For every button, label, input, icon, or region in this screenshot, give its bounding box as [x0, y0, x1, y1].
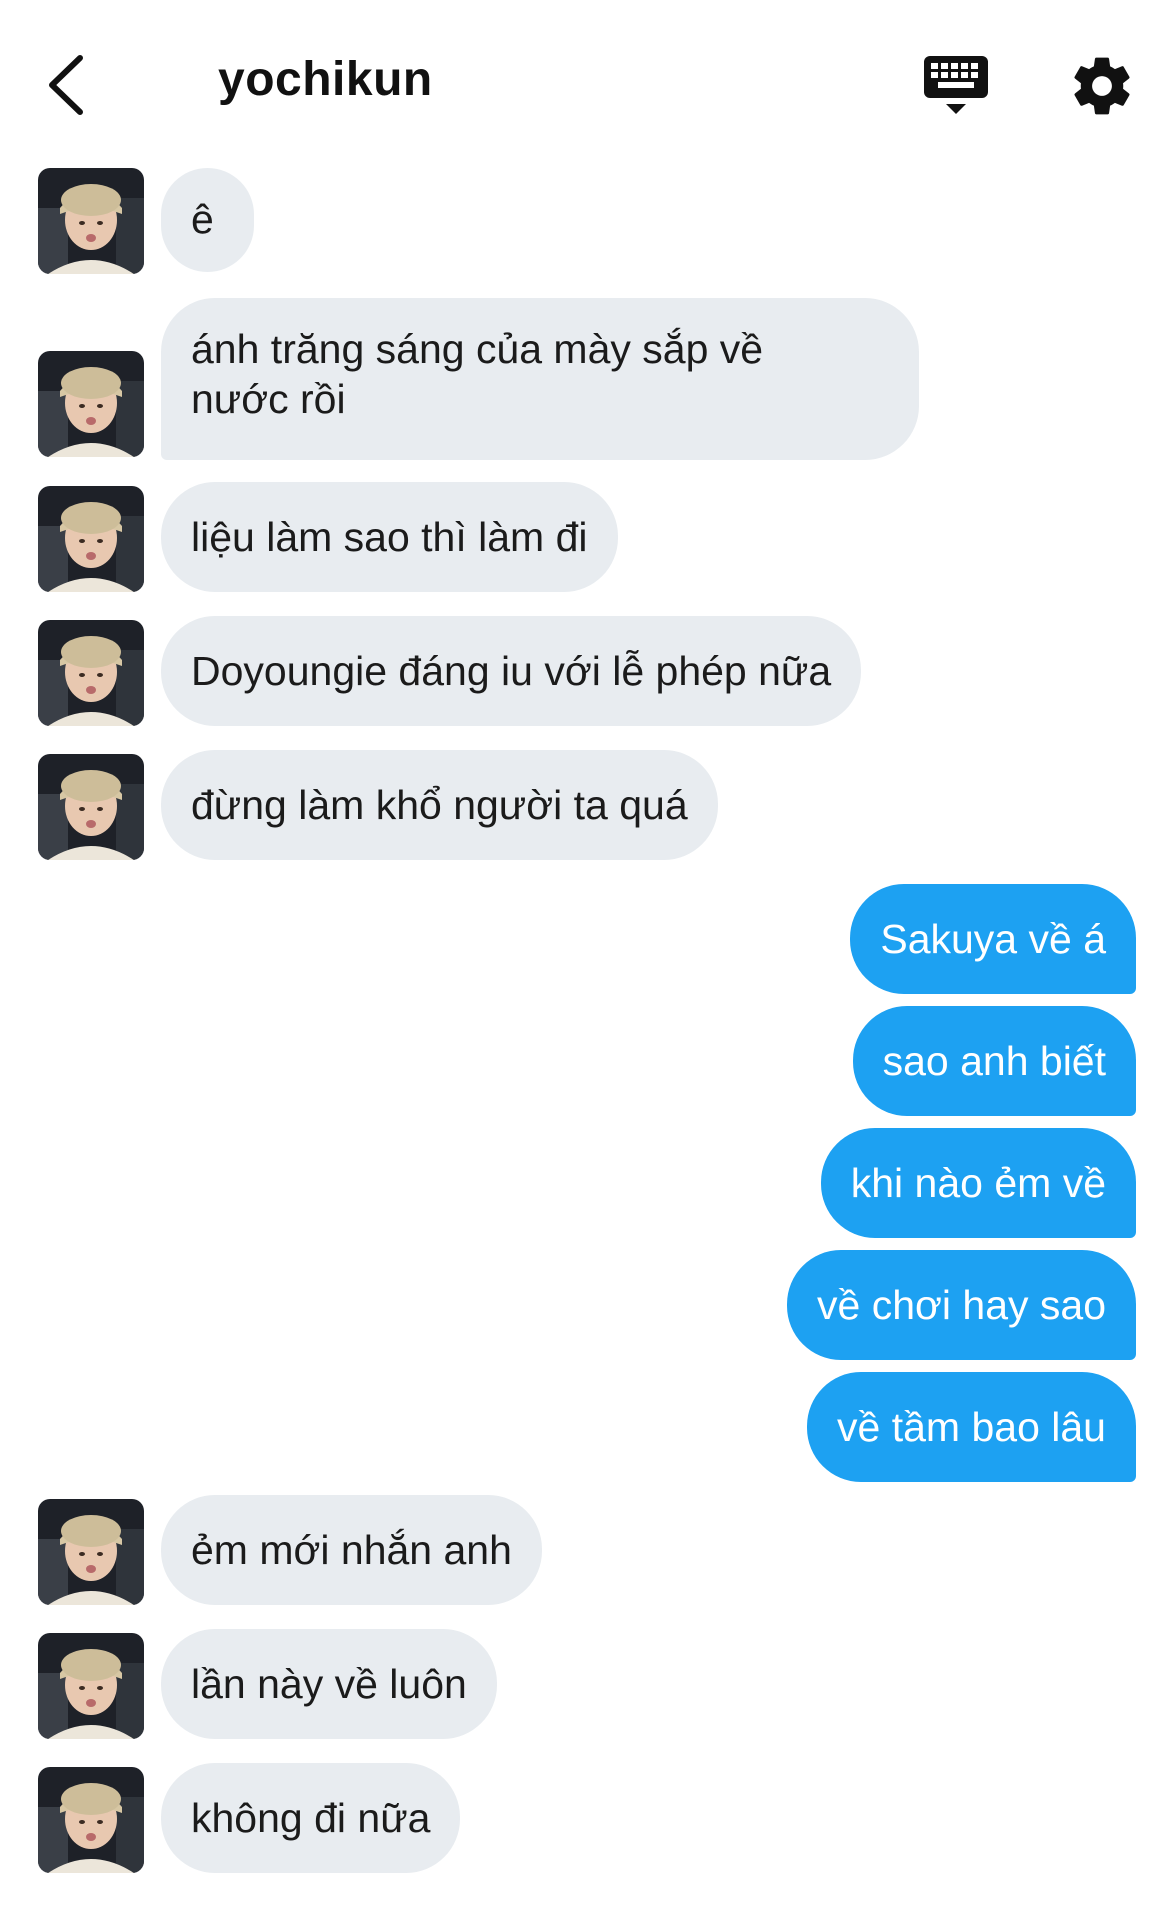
incoming-message[interactable]: ê: [161, 168, 254, 272]
outgoing-message[interactable]: về tầm bao lâu: [807, 1372, 1136, 1482]
incoming-message[interactable]: ẻm mới nhắn anh: [161, 1495, 542, 1605]
message-text: khi nào ẻm về: [850, 1160, 1106, 1206]
outgoing-message[interactable]: về chơi hay sao: [787, 1250, 1136, 1360]
message-text: sao anh biết: [882, 1038, 1106, 1084]
avatar[interactable]: [38, 754, 144, 860]
back-button[interactable]: [40, 50, 100, 120]
message-text: về tầm bao lâu: [837, 1404, 1106, 1450]
message-text-line-2: nước rồi: [191, 376, 346, 422]
conversation-title: yochikun: [218, 53, 433, 106]
avatar[interactable]: [38, 168, 144, 274]
avatar[interactable]: [38, 1633, 144, 1739]
message-text-line-1: ánh trăng sáng của mày sắp về: [191, 326, 764, 372]
message-text: ê: [191, 196, 214, 242]
avatar[interactable]: [38, 1767, 144, 1873]
outgoing-message[interactable]: Sakuya về á: [850, 884, 1136, 994]
outgoing-message[interactable]: sao anh biết: [852, 1006, 1136, 1116]
incoming-message[interactable]: Doyoungie đáng iu với lễ phép nữa: [161, 616, 862, 726]
avatar[interactable]: [38, 620, 144, 726]
incoming-message[interactable]: đừng làm khổ người ta quá: [161, 750, 718, 860]
message-text: không đi nữa: [191, 1795, 431, 1841]
avatar[interactable]: [38, 486, 144, 592]
settings-button[interactable]: [1068, 52, 1136, 120]
message-text: Doyoungie đáng iu với lễ phép nữa: [191, 648, 832, 694]
avatar[interactable]: [38, 1499, 144, 1605]
incoming-message[interactable]: liệu làm sao thì làm đi: [161, 482, 618, 592]
chevron-left-icon: [49, 55, 83, 115]
outgoing-message[interactable]: khi nào ẻm về: [820, 1128, 1136, 1238]
message-text: Sakuya về á: [880, 916, 1106, 962]
message-text: lần này về luôn: [191, 1661, 467, 1707]
keyboard-icon: [924, 56, 988, 114]
avatar[interactable]: [38, 351, 144, 457]
incoming-message[interactable]: không đi nữa: [161, 1763, 461, 1873]
message-text: về chơi hay sao: [817, 1282, 1106, 1328]
message-text: ẻm mới nhắn anh: [191, 1527, 512, 1573]
gear-icon: [1074, 57, 1130, 115]
keyboard-button[interactable]: [918, 52, 998, 124]
chat-header: yochikun: [0, 0, 1170, 160]
incoming-message[interactable]: lần này về luôn: [161, 1629, 497, 1739]
message-text: đừng làm khổ người ta quá: [191, 782, 688, 828]
incoming-message[interactable]: ánh trăng sáng của mày sắp về nước rồi: [161, 298, 919, 460]
message-text: liệu làm sao thì làm đi: [191, 514, 588, 560]
